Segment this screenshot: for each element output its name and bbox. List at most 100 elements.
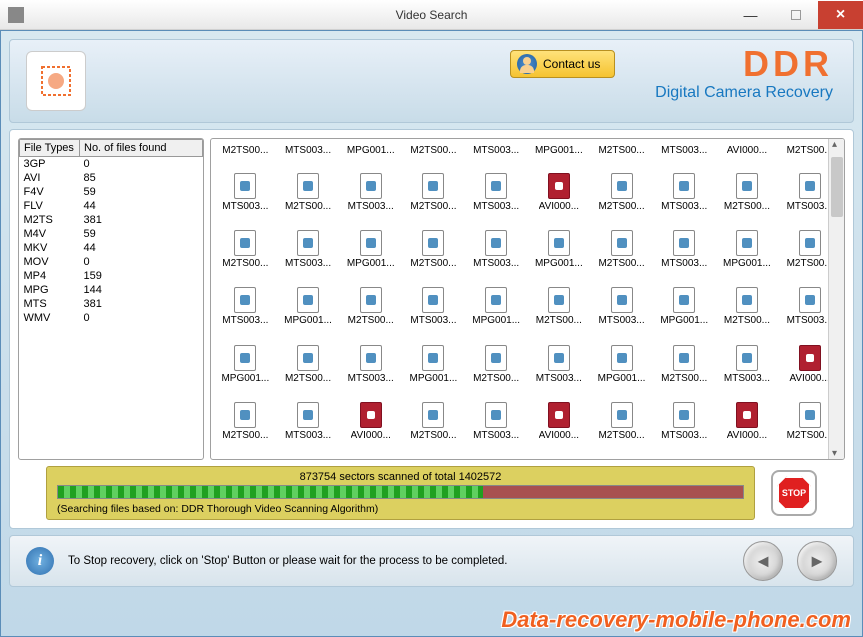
- cell-count: 159: [80, 269, 203, 283]
- file-icon: [548, 230, 570, 256]
- file-label: M2TS00...: [724, 315, 770, 326]
- minimize-button[interactable]: —: [728, 1, 773, 29]
- file-item[interactable]: MPG001...: [466, 285, 527, 340]
- file-item[interactable]: MTS003...: [340, 343, 401, 398]
- file-item[interactable]: M2TS00...: [215, 400, 276, 455]
- file-item[interactable]: MTS003...: [654, 143, 715, 157]
- file-item[interactable]: M2TS00...: [466, 343, 527, 398]
- file-item[interactable]: MPG001...: [278, 285, 339, 340]
- file-item[interactable]: MPG001...: [717, 228, 778, 283]
- file-icon: [799, 287, 821, 313]
- file-item[interactable]: MPG001...: [340, 143, 401, 157]
- stop-button[interactable]: STOP: [771, 470, 817, 516]
- file-label: MPG001...: [535, 258, 583, 269]
- file-item[interactable]: M2TS00...: [654, 343, 715, 398]
- contact-us-button[interactable]: Contact us: [510, 50, 615, 78]
- table-row[interactable]: F4V59: [20, 185, 203, 199]
- table-row[interactable]: MTS381: [20, 297, 203, 311]
- file-item[interactable]: MTS003...: [215, 171, 276, 226]
- cell-count: 59: [80, 227, 203, 241]
- table-row[interactable]: MOV0: [20, 255, 203, 269]
- col-count[interactable]: No. of files found: [80, 140, 203, 157]
- file-item[interactable]: MTS003...: [403, 285, 464, 340]
- vertical-scrollbar[interactable]: [828, 139, 844, 459]
- file-item[interactable]: MTS003...: [278, 143, 339, 157]
- file-item[interactable]: AVI000...: [717, 143, 778, 157]
- file-item[interactable]: AVI000...: [340, 400, 401, 455]
- file-icon: [422, 173, 444, 199]
- close-button[interactable]: ×: [818, 1, 863, 29]
- cell-count: 0: [80, 311, 203, 325]
- file-label: MPG001...: [660, 315, 708, 326]
- file-item[interactable]: MPG001...: [529, 143, 590, 157]
- file-item[interactable]: AVI000...: [529, 400, 590, 455]
- file-item[interactable]: M2TS00...: [403, 228, 464, 283]
- back-button[interactable]: ◄: [743, 541, 783, 581]
- file-label: M2TS00...: [536, 315, 582, 326]
- file-item[interactable]: MTS003...: [654, 171, 715, 226]
- file-item[interactable]: MPG001...: [591, 343, 652, 398]
- file-item[interactable]: M2TS00...: [215, 143, 276, 157]
- file-item[interactable]: MTS003...: [215, 285, 276, 340]
- file-item[interactable]: M2TS00...: [278, 343, 339, 398]
- file-item[interactable]: MTS003...: [654, 400, 715, 455]
- file-item[interactable]: MPG001...: [340, 228, 401, 283]
- table-row[interactable]: MKV44: [20, 241, 203, 255]
- stop-icon: STOP: [777, 476, 811, 510]
- table-row[interactable]: MP4159: [20, 269, 203, 283]
- file-label: MPG001...: [284, 315, 332, 326]
- table-row[interactable]: 3GP0: [20, 157, 203, 172]
- table-row[interactable]: FLV44: [20, 199, 203, 213]
- file-item[interactable]: MTS003...: [278, 400, 339, 455]
- table-row[interactable]: M4V59: [20, 227, 203, 241]
- file-icon: [422, 345, 444, 371]
- next-button[interactable]: ►: [797, 541, 837, 581]
- file-item[interactable]: MTS003...: [278, 228, 339, 283]
- file-item[interactable]: M2TS00...: [717, 171, 778, 226]
- file-item[interactable]: M2TS00...: [403, 143, 464, 157]
- file-item[interactable]: MTS003...: [466, 400, 527, 455]
- table-row[interactable]: WMV0: [20, 311, 203, 325]
- file-item[interactable]: M2TS00...: [591, 400, 652, 455]
- file-item[interactable]: MPG001...: [654, 285, 715, 340]
- file-item[interactable]: MPG001...: [215, 343, 276, 398]
- cell-type: WMV: [20, 311, 80, 325]
- file-item[interactable]: M2TS00...: [278, 171, 339, 226]
- file-item[interactable]: M2TS00...: [717, 285, 778, 340]
- file-item[interactable]: M2TS00...: [591, 171, 652, 226]
- file-item[interactable]: MPG001...: [403, 343, 464, 398]
- file-item[interactable]: MTS003...: [591, 285, 652, 340]
- file-item[interactable]: M2TS00...: [529, 285, 590, 340]
- file-icon: [611, 287, 633, 313]
- cell-type: FLV: [20, 199, 80, 213]
- file-label: M2TS00...: [410, 145, 456, 155]
- file-item[interactable]: M2TS00...: [591, 228, 652, 283]
- file-item[interactable]: M2TS00...: [403, 400, 464, 455]
- file-item[interactable]: MTS003...: [529, 343, 590, 398]
- file-icon: [360, 402, 382, 428]
- table-row[interactable]: AVI85: [20, 171, 203, 185]
- maximize-button[interactable]: [773, 1, 818, 29]
- table-row[interactable]: MPG144: [20, 283, 203, 297]
- file-item[interactable]: M2TS00...: [591, 143, 652, 157]
- file-item[interactable]: M2TS00...: [215, 228, 276, 283]
- file-item[interactable]: AVI000...: [529, 171, 590, 226]
- file-item[interactable]: MPG001...: [529, 228, 590, 283]
- app-icon: [8, 7, 24, 23]
- file-label: MTS003...: [473, 201, 519, 212]
- file-item[interactable]: M2TS00...: [403, 171, 464, 226]
- table-row[interactable]: M2TS381: [20, 213, 203, 227]
- file-item[interactable]: MTS003...: [466, 143, 527, 157]
- file-item[interactable]: AVI000...: [717, 400, 778, 455]
- col-filetypes[interactable]: File Types: [20, 140, 80, 157]
- file-item[interactable]: MTS003...: [717, 343, 778, 398]
- person-icon: [517, 54, 537, 74]
- file-item[interactable]: MTS003...: [654, 228, 715, 283]
- file-icon: [297, 230, 319, 256]
- file-icon: [736, 402, 758, 428]
- file-item[interactable]: MTS003...: [340, 171, 401, 226]
- scrollbar-thumb[interactable]: [831, 157, 843, 217]
- file-item[interactable]: MTS003...: [466, 171, 527, 226]
- file-item[interactable]: M2TS00...: [340, 285, 401, 340]
- file-item[interactable]: MTS003...: [466, 228, 527, 283]
